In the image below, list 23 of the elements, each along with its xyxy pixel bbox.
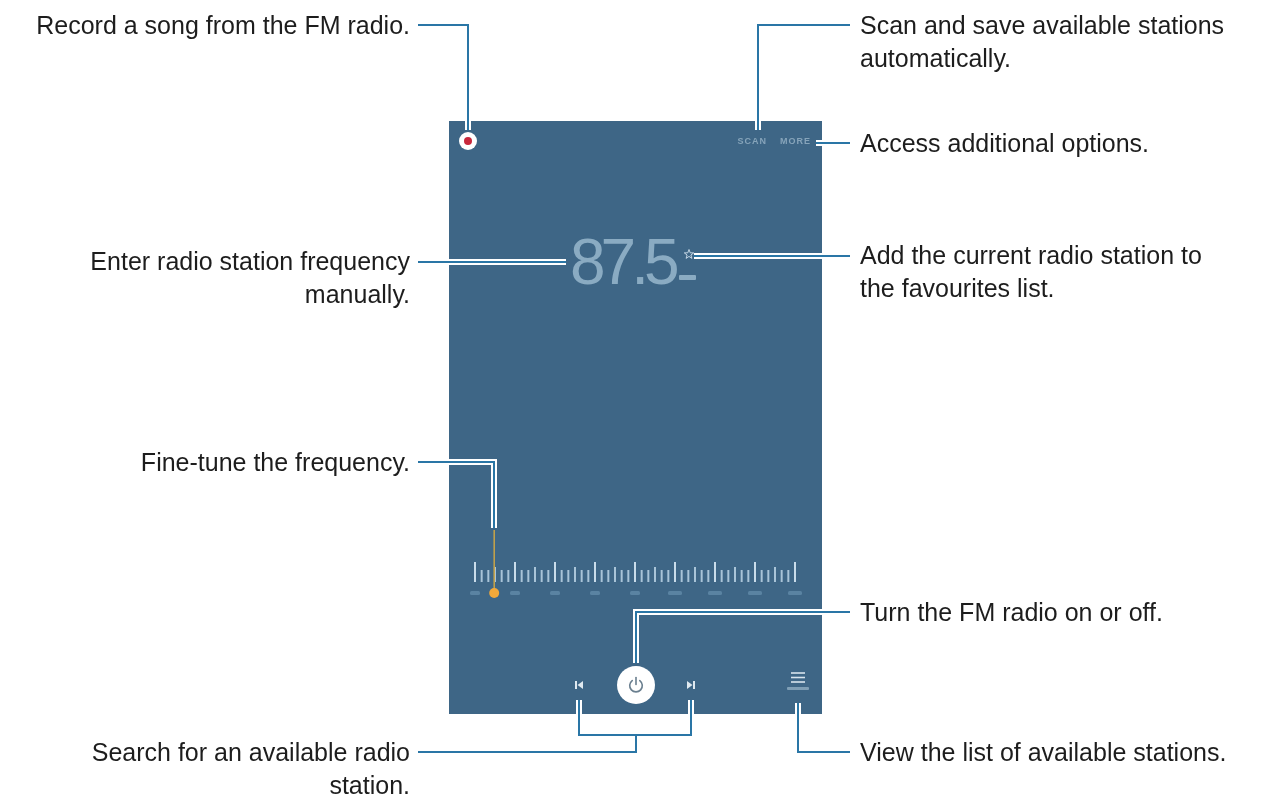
callout-text: Access additional options. [860, 129, 1150, 157]
record-icon[interactable] [459, 132, 477, 150]
star-icon[interactable] [683, 249, 694, 259]
callout-text: Search for an available radio station. [91, 738, 410, 799]
action-button[interactable]: MORE [780, 136, 811, 146]
action-button[interactable]: SCAN [737, 136, 767, 146]
dash-icon [678, 275, 696, 280]
callout-text: Turn the FM radio on or off. [860, 598, 1163, 626]
callout-text: Record a song from the FM radio. [36, 11, 410, 39]
leader-line [795, 702, 851, 755]
list-icon[interactable] [786, 671, 810, 693]
callout-text: View the list of available stations. [860, 738, 1227, 766]
frequency-display[interactable]: 87.5 [570, 230, 675, 294]
skip-forward-icon[interactable] [686, 680, 696, 690]
tuning-needle[interactable] [489, 529, 500, 598]
skip-back-icon[interactable] [574, 680, 584, 690]
leader-line [815, 140, 851, 146]
callout-text: Scan and save available stations automatically. [860, 11, 1225, 72]
callout-text: Enter radio station frequency manually. [90, 247, 410, 308]
power-icon [627, 676, 645, 694]
power-button[interactable] [617, 666, 655, 704]
callout-text: Add the current radio station to the favourites list. [860, 241, 1202, 302]
callout-text: Fine-tune the frequency. [140, 448, 410, 476]
